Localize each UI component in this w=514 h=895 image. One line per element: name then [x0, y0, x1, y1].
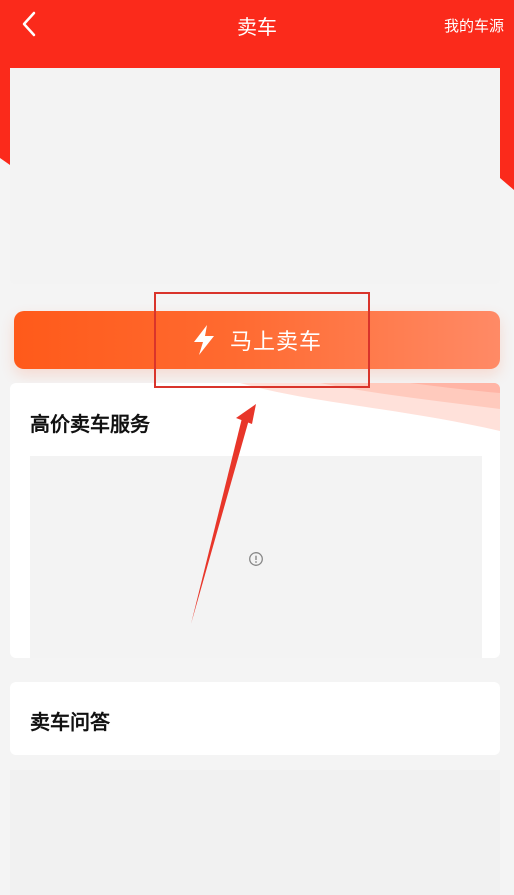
chevron-left-icon: [22, 11, 36, 37]
banner-image[interactable]: [10, 68, 500, 284]
sell-car-page: 卖车 我的车源 马上卖车 高价卖车服务 卖车问答: [0, 0, 514, 895]
sell-now-button[interactable]: 马上卖车: [14, 311, 500, 369]
service-section-title: 高价卖车服务: [30, 412, 150, 436]
page-title: 卖车: [237, 15, 277, 39]
sell-now-label: 马上卖车: [229, 330, 322, 355]
service-image[interactable]: [30, 456, 482, 658]
qa-section-title: 卖车问答: [30, 710, 110, 734]
service-card: 高价卖车服务: [10, 383, 500, 658]
info-circle-icon: [249, 552, 263, 566]
lightning-bolt-icon: [193, 325, 214, 355]
qa-card[interactable]: 卖车问答: [10, 682, 500, 755]
back-button[interactable]: [12, 8, 48, 44]
bottom-content-placeholder: [10, 770, 500, 895]
my-car-listings-link[interactable]: 我的车源: [444, 15, 504, 36]
top-navbar: 卖车 我的车源: [0, 0, 514, 52]
